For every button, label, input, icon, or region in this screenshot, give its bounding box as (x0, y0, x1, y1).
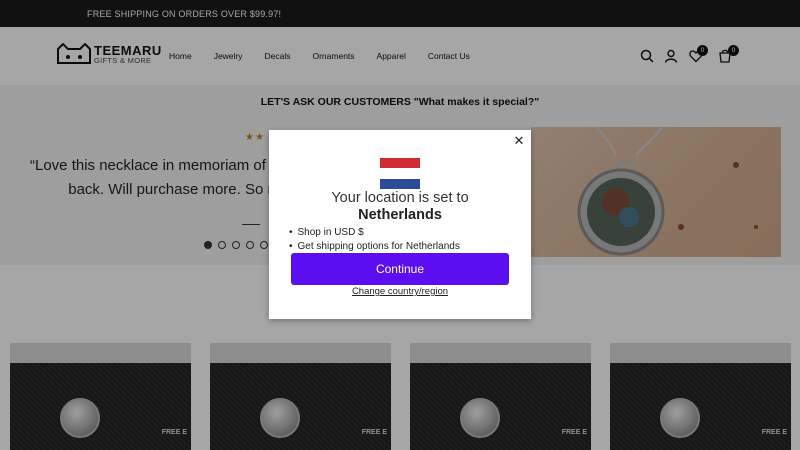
location-prefix: Your location is set to (331, 190, 469, 206)
change-country-link[interactable]: Change country/region (269, 286, 531, 297)
close-icon[interactable]: ✕ (513, 134, 525, 147)
location-country: Netherlands (358, 207, 442, 223)
location-benefits: Shop in USD $ Get shipping options for N… (289, 226, 460, 254)
benefit-shipping: Get shipping options for Netherlands (289, 240, 460, 254)
location-modal: ✕ Your location is set to Netherlands Sh… (269, 130, 531, 319)
netherlands-flag-icon (380, 158, 420, 189)
continue-button[interactable]: Continue (291, 253, 509, 285)
benefit-currency: Shop in USD $ (289, 226, 460, 240)
